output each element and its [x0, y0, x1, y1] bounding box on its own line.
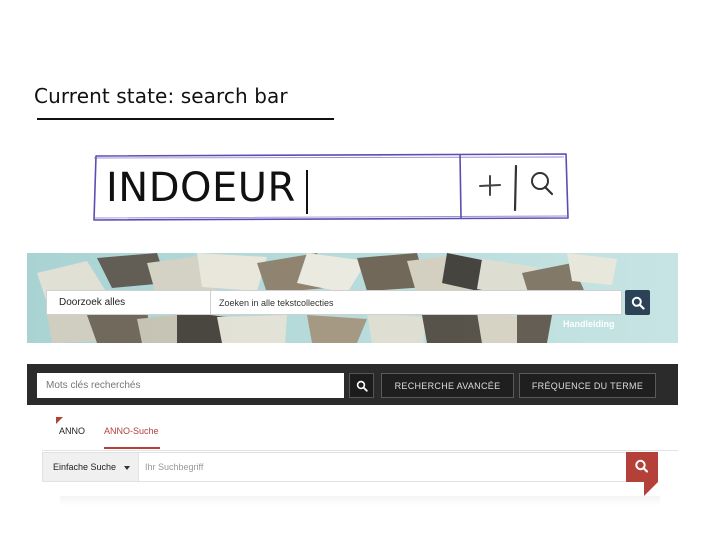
- sketch-text-caret: [306, 170, 308, 214]
- anno-shadow: [60, 496, 660, 506]
- advanced-search-button[interactable]: RECHERCHE AVANCÉE: [381, 373, 514, 398]
- tab-anno-suche[interactable]: ANNO-Suche: [104, 426, 159, 436]
- title-underline: [37, 118, 334, 120]
- delpher-search-banner: Doorzoek alles Zoeken in alle tekstcolle…: [27, 253, 678, 343]
- sketch-plus-icon: [479, 175, 501, 196]
- help-link[interactable]: Handleiding: [563, 319, 615, 329]
- search-mode-select[interactable]: Einfache Suche: [43, 453, 139, 481]
- anno-search-input[interactable]: Ihr Suchbegriff: [145, 453, 203, 481]
- caret-down-icon: [124, 466, 130, 470]
- gallica-search-placeholder: Mots clés recherchés: [46, 380, 141, 391]
- tab-divider: [42, 450, 678, 451]
- gallica-search-button[interactable]: [349, 373, 374, 398]
- sketch-divider: [513, 164, 518, 212]
- delpher-search-placeholder: Zoeken in alle tekstcollecties: [219, 297, 334, 308]
- gallica-search-input[interactable]: Mots clés recherchés: [37, 373, 344, 398]
- anno-search-button[interactable]: [626, 452, 658, 496]
- tab-anno[interactable]: ANNO: [59, 426, 85, 436]
- delpher-search-input[interactable]: Zoeken in alle tekstcollecties: [210, 290, 622, 315]
- active-tab-indicator: [104, 447, 160, 449]
- delpher-search-button[interactable]: [625, 290, 650, 315]
- anno-search-placeholder: Ihr Suchbegriff: [145, 462, 204, 472]
- term-frequency-button[interactable]: FRÉQUENCE DU TERME: [519, 373, 656, 398]
- anno-search-bar: Einfache Suche Ihr Suchbegriff: [42, 452, 628, 482]
- search-icon: [356, 380, 368, 392]
- sketch-search-icon: [531, 172, 554, 196]
- search-icon: [631, 296, 645, 310]
- search-mode-value: Einfache Suche: [53, 462, 117, 472]
- collection-select-value: Doorzoek alles: [59, 297, 126, 308]
- sketch-typed-text: INDOEUR: [106, 165, 296, 211]
- slide-title: Current state: search bar: [34, 84, 288, 108]
- collection-select[interactable]: Doorzoek alles: [46, 290, 232, 315]
- anno-corner-mark: [56, 417, 63, 424]
- gallica-search-bar: Mots clés recherchés RECHERCHE AVANCÉE F…: [27, 364, 678, 405]
